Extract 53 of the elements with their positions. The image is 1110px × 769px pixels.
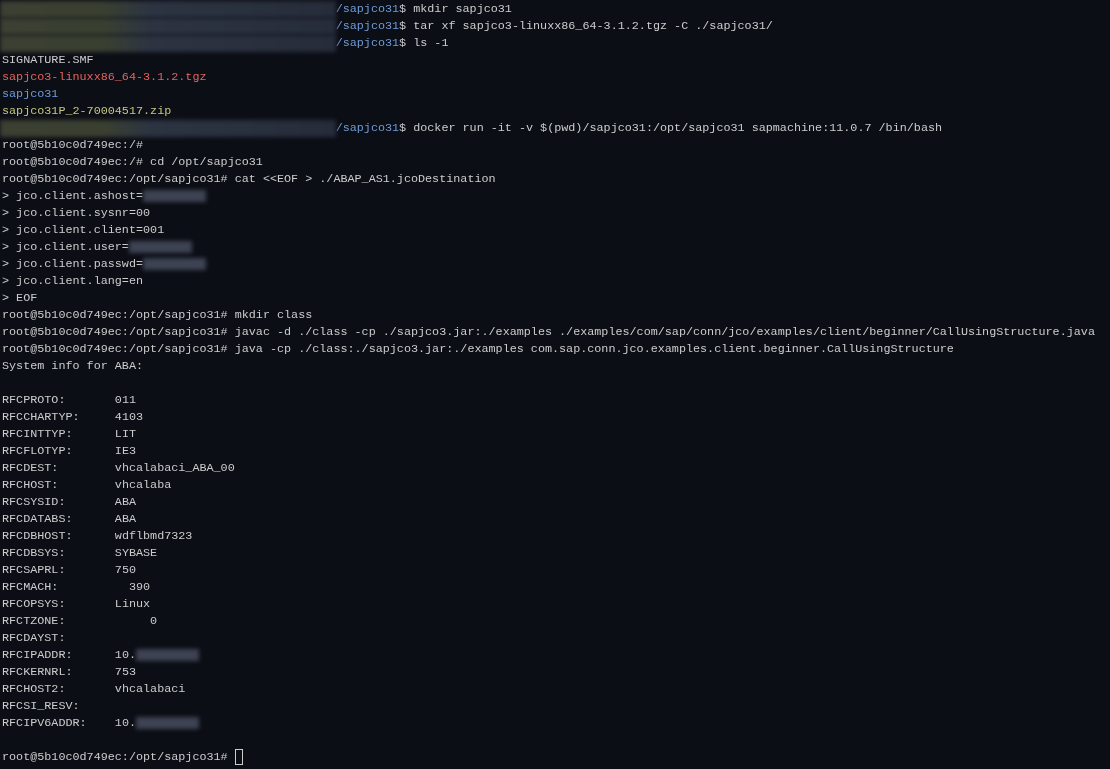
redacted-block [143,190,207,202]
file-name: sapjco3-linuxx86_64-3.1.2.tgz [2,68,207,86]
terminal-text: RFCCHARTYP: 4103 [2,408,144,426]
terminal-text: RFCMACH: 390 [2,578,151,596]
prompt-path: /sapjco31 [335,0,400,18]
terminal-text: $ mkdir sapjco31 [399,0,512,18]
terminal-text: root@5b10c0d749ec:/opt/sapjco31# java -cp ./class:./sapjco3.jar:./examples com.sap.conn.jco.examples.client.beginner.CallUsingStructure [2,340,954,358]
terminal-text: $ ls -1 [399,34,449,52]
terminal-text: root@5b10c0d749ec:/# [2,136,144,154]
terminal-text: RFCPROTO: 011 [2,391,136,409]
terminal-text: RFCSI_RESV: [2,697,80,715]
terminal-text: > EOF [2,289,38,307]
cursor [234,749,243,765]
terminal-text: root@5b10c0d749ec:/# cd /opt/sapjco31 [2,153,263,171]
terminal-text: > jco.client.passwd= [2,255,144,273]
redacted-block [143,258,207,270]
terminal-text: $ docker run -it -v $(pwd)/sapjco31:/opt/sapjco31 sapmachine:11.0.7 /bin/bash [399,119,943,137]
terminal-text: root@5b10c0d749ec:/opt/sapjco31# cat <<EOF > ./ABAP_AS1.jcoDestination [2,170,496,188]
terminal-text: RFCIPADDR: 10. [2,646,136,664]
terminal-text: RFCKERNRL: 753 [2,663,136,681]
prompt-path: /sapjco31 [335,34,400,52]
prompt-path: /sapjco31 [335,119,400,137]
terminal-text: RFCDEST: vhcalabaci_ABA_00 [2,459,235,477]
terminal-text: RFCHOST: vhcalaba [2,476,172,494]
terminal-text: > jco.client.client=001 [2,221,165,239]
terminal-text: root@5b10c0d749ec:/opt/sapjco31# mkdir class [2,306,313,324]
directory-name: sapjco31 [2,85,59,103]
terminal-text: RFCIPV6ADDR: 10. [2,714,136,732]
terminal-text: System info for ABA: [2,357,144,375]
terminal-text: RFCDBSYS: SYBASE [2,544,158,562]
terminal-text: RFCINTTYP: LIT [2,425,136,443]
terminal-text: RFCFLOTYP: IE3 [2,442,136,460]
terminal-text: root@5b10c0d749ec:/opt/sapjco31# javac -d ./class -cp ./sapjco3.jar:./examples ./examples/com/sap/conn/jco/examples/client/beginner/CallUsingStructure.java [2,323,1095,341]
terminal-text: root@5b10c0d749ec:/opt/sapjco31# [2,748,229,766]
terminal-text: > jco.client.ashost= [2,187,144,205]
terminal-text: RFCOPSYS: Linux [2,595,151,613]
terminal-text: RFCDBHOST: wdflbmd7323 [2,527,193,545]
redacted-block [136,717,200,729]
file-name: sapjco31P_2-70004517.zip [2,102,172,120]
prompt-path: /sapjco31 [335,17,400,35]
terminal-text: RFCSAPRL: 750 [2,561,136,579]
terminal-text: RFCSYSID: ABA [2,493,136,511]
terminal-text: SIGNATURE.SMF [2,51,94,69]
terminal-text: > jco.client.lang=en [2,272,144,290]
terminal-text: > jco.client.user= [2,238,129,256]
redacted-block [128,241,193,253]
terminal-text: RFCTZONE: 0 [2,612,158,630]
terminal-text: $ tar xf sapjco3-linuxx86_64-3.1.2.tgz -C ./sapjco31/ [399,17,773,35]
terminal-text: RFCHOST2: vhcalabaci [2,680,186,698]
terminal-text: > jco.client.sysnr=00 [2,204,151,222]
terminal-text: RFCDAYST: [2,629,66,647]
redacted-block [136,649,200,661]
terminal-text: RFCDATABS: ABA [2,510,136,528]
